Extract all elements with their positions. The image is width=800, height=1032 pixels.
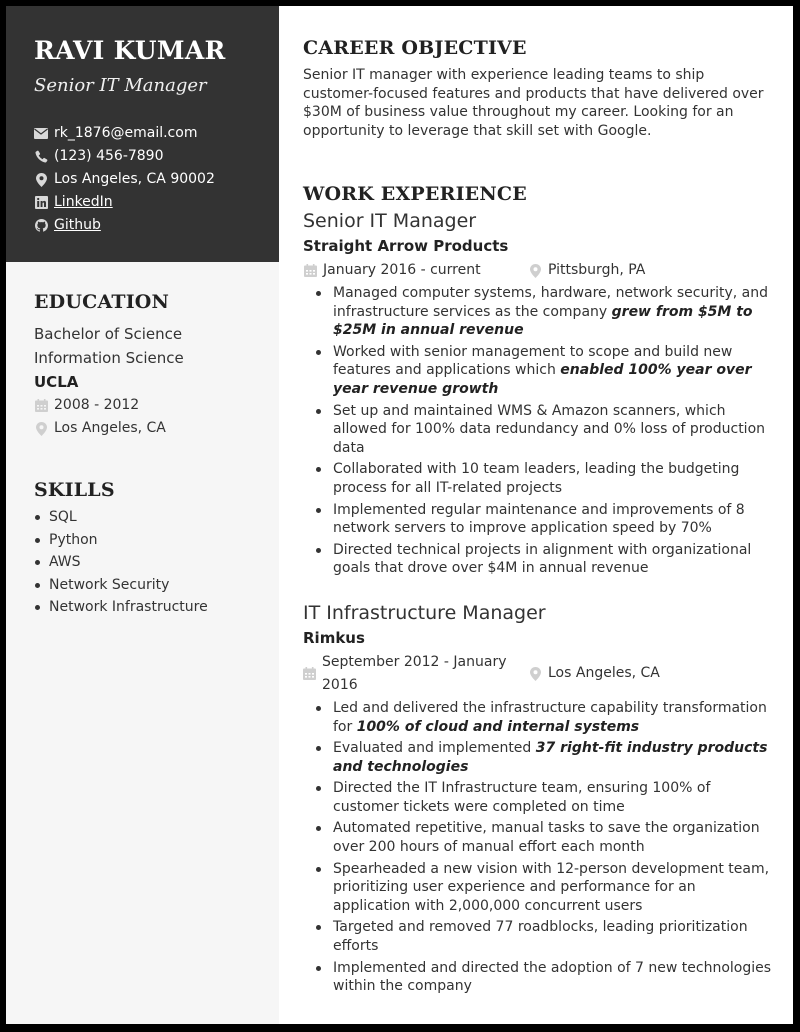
bullet-item: Implemented regular maintenance and impr…	[316, 501, 773, 538]
job-dates-text: January 2016 - current	[323, 262, 481, 278]
bullet-item: Directed the IT Infrastructure team, ens…	[316, 779, 773, 816]
main-content: CAREER OBJECTIVE Senior IT manager with …	[279, 6, 793, 1024]
map-pin-icon	[34, 172, 48, 187]
location-text: Los Angeles, CA 90002	[54, 171, 215, 187]
calendar-icon	[34, 399, 48, 413]
job-title: Senior IT Manager	[303, 210, 477, 232]
sidebar-header: RAVI KUMAR Senior IT Manager rk_1876@ema…	[6, 6, 279, 262]
job-meta: September 2012 - January 2016 Los Angele…	[303, 651, 773, 697]
contact-location: Los Angeles, CA 90002	[34, 168, 279, 191]
envelope-icon	[34, 127, 48, 141]
email-text[interactable]: rk_1876@email.com	[54, 122, 197, 145]
bullet-item: Worked with senior management to scope a…	[316, 343, 773, 399]
highlight-text: grew from $5M to $25M in annual revenue	[333, 303, 753, 339]
skill-item: Network Security	[34, 574, 279, 597]
job-bullets: Led and delivered the infrastructure cap…	[303, 699, 773, 996]
bullet-item: Managed computer systems, hardware, netw…	[316, 284, 773, 340]
contact-email[interactable]: rk_1876@email.com	[34, 122, 279, 145]
map-pin-icon	[528, 263, 542, 278]
objective-section: CAREER OBJECTIVE Senior IT manager with …	[303, 36, 773, 140]
skills-heading: SKILLS	[34, 479, 115, 501]
bullet-item: Spearheaded a new vision with 12-person …	[316, 860, 773, 916]
objective-text: Senior IT manager with experience leadin…	[303, 67, 764, 139]
resume-page: RAVI KUMAR Senior IT Manager rk_1876@ema…	[6, 6, 793, 1024]
bullet-item: Targeted and removed 77 roadblocks, lead…	[316, 918, 773, 955]
sidebar: RAVI KUMAR Senior IT Manager rk_1876@ema…	[6, 6, 279, 1024]
education-dates-text: 2008 - 2012	[54, 397, 140, 413]
skill-item: AWS	[34, 551, 279, 574]
candidate-title: Senior IT Manager	[34, 75, 207, 96]
objective-heading: CAREER OBJECTIVE	[303, 37, 527, 59]
bullet-item: Evaluated and implemented 37 right-fit i…	[316, 739, 773, 776]
education-dates: 2008 - 2012	[34, 394, 279, 417]
job-title: IT Infrastructure Manager	[303, 601, 546, 624]
github-link[interactable]: Github	[54, 214, 101, 237]
education-location: Los Angeles, CA	[34, 417, 279, 440]
bullet-item: Directed technical projects in alignment…	[316, 541, 773, 578]
github-icon	[34, 219, 48, 233]
highlight-text: 100% of cloud and internal systems	[356, 718, 640, 735]
education-heading: EDUCATION	[34, 291, 170, 313]
education-section: EDUCATION Bachelor of Science Informatio…	[34, 290, 279, 440]
job-list: Senior IT Manager Straight Arrow Product…	[303, 208, 773, 996]
highlight-text: 37 right-fit industry products and techn…	[333, 740, 768, 775]
linkedin-icon	[34, 196, 48, 210]
education-field: Information Science	[34, 349, 184, 367]
skill-item: Python	[34, 529, 279, 552]
company-name: Straight Arrow Products	[303, 237, 509, 255]
skills-list: SQL Python AWS Network Security Network …	[34, 506, 279, 619]
job-location: Pittsburgh, PA	[528, 259, 645, 282]
candidate-name: RAVI KUMAR	[34, 36, 226, 65]
skills-section: SKILLS SQL Python AWS Network Security N…	[34, 478, 279, 619]
job-location: Los Angeles, CA	[528, 651, 660, 697]
bullet-item: Set up and maintained WMS & Amazon scann…	[316, 402, 773, 458]
bullet-item: Collaborated with 10 team leaders, leadi…	[316, 460, 773, 497]
work-experience-heading: WORK EXPERIENCE	[303, 183, 527, 205]
company-name: Rimkus	[303, 628, 365, 647]
education-location-text: Los Angeles, CA	[54, 420, 166, 436]
calendar-icon	[303, 667, 316, 681]
work-experience-section: WORK EXPERIENCE Senior IT Manager Straig…	[303, 182, 773, 996]
linkedin-link[interactable]: LinkedIn	[54, 191, 113, 214]
job-entry: IT Infrastructure Manager Rimkus Septemb…	[303, 600, 773, 996]
job-entry: Senior IT Manager Straight Arrow Product…	[303, 208, 773, 578]
bullet-item: Led and delivered the infrastructure cap…	[316, 699, 773, 736]
highlight-text: enabled 100% year over year revenue grow…	[333, 362, 752, 397]
skill-item: Network Infrastructure	[34, 596, 279, 619]
job-meta: January 2016 - current Pittsburgh, PA	[303, 259, 773, 282]
contact-linkedin[interactable]: LinkedIn	[34, 191, 279, 214]
job-dates: September 2012 - January 2016	[303, 651, 528, 697]
job-dates-text: September 2012 - January 2016	[322, 653, 507, 693]
job-location-text: Pittsburgh, PA	[548, 262, 646, 278]
bullet-item: Automated repetitive, manual tasks to sa…	[316, 819, 773, 856]
job-dates: January 2016 - current	[303, 259, 528, 282]
phone-text: (123) 456-7890	[54, 148, 164, 164]
contact-github[interactable]: Github	[34, 214, 279, 237]
education-school: UCLA	[34, 373, 79, 391]
calendar-icon	[303, 264, 317, 278]
contact-phone: (123) 456-7890	[34, 145, 279, 168]
job-location-text: Los Angeles, CA	[548, 665, 660, 682]
bullet-item: Implemented and directed the adoption of…	[316, 959, 772, 995]
map-pin-icon	[528, 666, 542, 681]
skill-item: SQL	[34, 506, 279, 529]
sidebar-body: EDUCATION Bachelor of Science Informatio…	[6, 262, 279, 619]
contact-list: rk_1876@email.com (123) 456-7890 Los Ang…	[34, 122, 279, 237]
job-bullets: Managed computer systems, hardware, netw…	[303, 284, 773, 578]
map-pin-icon	[34, 421, 48, 436]
education-degree: Bachelor of Science	[34, 325, 183, 343]
phone-icon	[34, 150, 48, 164]
